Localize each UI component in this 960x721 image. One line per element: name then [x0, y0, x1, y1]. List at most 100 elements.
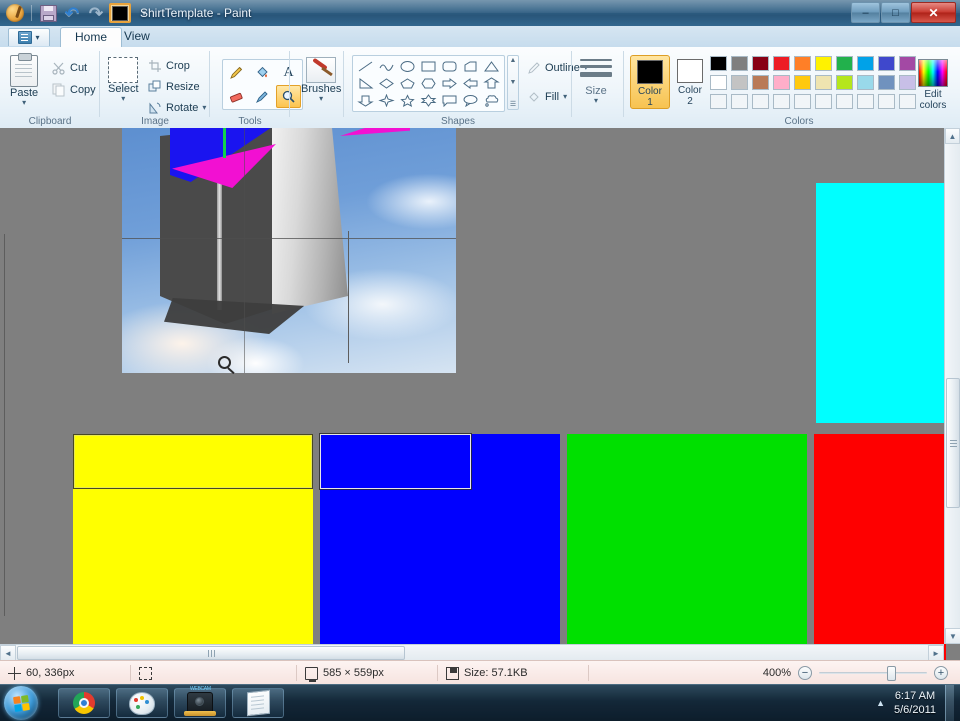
palette-swatch[interactable]: [752, 56, 769, 71]
paste-button[interactable]: Paste ▾: [10, 53, 38, 107]
color-picker-icon[interactable]: [109, 2, 131, 24]
start-button[interactable]: [4, 686, 38, 720]
palette-swatch[interactable]: [710, 56, 727, 71]
maximize-button[interactable]: □: [881, 2, 910, 23]
paint-palette-icon[interactable]: [4, 2, 26, 24]
vertical-scroll-thumb[interactable]: [946, 378, 960, 508]
canvas-image-preview[interactable]: [122, 128, 456, 373]
palette-swatch[interactable]: [710, 75, 727, 90]
taskbar-clock[interactable]: 6:17 AM 5/6/2011: [894, 689, 936, 717]
fill-tool[interactable]: [250, 61, 275, 84]
rotate-button[interactable]: Rotate ▾: [148, 97, 206, 118]
redo-icon[interactable]: ↷: [85, 2, 107, 24]
scroll-right-button[interactable]: ►: [928, 645, 944, 660]
five-point-star-shape[interactable]: [397, 92, 418, 109]
size-button[interactable]: Size ▾: [580, 59, 612, 105]
oval-shape[interactable]: [397, 58, 418, 75]
curve-shape[interactable]: [376, 58, 397, 75]
four-point-star-shape[interactable]: [376, 92, 397, 109]
shapes-gallery-scroll[interactable]: ▲ ▼ ☰: [507, 55, 519, 110]
palette-swatch[interactable]: [899, 56, 916, 71]
rounded-callout-shape[interactable]: [439, 92, 460, 109]
palette-swatch-empty[interactable]: [815, 94, 832, 109]
palette-swatch[interactable]: [836, 56, 853, 71]
palette-swatch[interactable]: [773, 75, 790, 90]
crop-button[interactable]: Crop: [148, 55, 190, 76]
palette-swatch-empty[interactable]: [773, 94, 790, 109]
up-arrow-shape[interactable]: [481, 75, 502, 92]
canvas-workspace[interactable]: ▲ ▼ ◄ ►: [0, 128, 960, 660]
polygon-shape[interactable]: [460, 58, 481, 75]
selection-marquee-blue[interactable]: [320, 434, 471, 489]
palette-swatch[interactable]: [794, 56, 811, 71]
left-arrow-shape[interactable]: [460, 75, 481, 92]
diamond-shape[interactable]: [376, 75, 397, 92]
scroll-left-button[interactable]: ◄: [0, 645, 16, 660]
edit-colors-button[interactable]: Edit colors: [918, 59, 948, 111]
line-shape[interactable]: [355, 58, 376, 75]
palette-swatch-empty[interactable]: [752, 94, 769, 109]
color-picker-tool[interactable]: [250, 85, 275, 108]
rounded-rectangle-shape[interactable]: [439, 58, 460, 75]
canvas-horizontal-scrollbar[interactable]: ◄ ►: [0, 644, 944, 660]
canvas-vertical-scrollbar[interactable]: ▲ ▼: [944, 128, 960, 644]
palette-swatch[interactable]: [773, 56, 790, 71]
palette-swatch[interactable]: [731, 75, 748, 90]
undo-icon[interactable]: ↶: [61, 2, 83, 24]
taskbar-chrome[interactable]: [58, 688, 110, 718]
chevron-up-icon[interactable]: ▲: [510, 57, 517, 64]
selection-marquee-yellow[interactable]: [73, 434, 313, 489]
palette-swatch[interactable]: [878, 56, 895, 71]
palette-swatch[interactable]: [878, 75, 895, 90]
palette-swatch[interactable]: [899, 75, 916, 90]
tab-view[interactable]: View: [110, 26, 164, 47]
color-1-button[interactable]: Color 1: [630, 55, 670, 109]
pentagon-shape[interactable]: [397, 75, 418, 92]
palette-swatch[interactable]: [815, 56, 832, 71]
cloud-callout-shape[interactable]: [481, 92, 502, 109]
palette-swatch[interactable]: [815, 75, 832, 90]
show-desktop-button[interactable]: [945, 685, 954, 721]
palette-swatch[interactable]: [731, 56, 748, 71]
minimize-button[interactable]: –: [851, 2, 880, 23]
palette-swatch[interactable]: [857, 56, 874, 71]
save-icon[interactable]: [37, 2, 59, 24]
hexagon-shape[interactable]: [418, 75, 439, 92]
right-triangle-shape[interactable]: [355, 75, 376, 92]
oval-callout-shape[interactable]: [460, 92, 481, 109]
zoom-in-button[interactable]: +: [934, 666, 948, 680]
taskbar-paint[interactable]: [116, 688, 168, 718]
palette-swatch-empty[interactable]: [857, 94, 874, 109]
down-arrow-shape[interactable]: [355, 92, 376, 109]
taskbar-notepad[interactable]: [232, 688, 284, 718]
gallery-expand-icon[interactable]: ☰: [510, 100, 516, 108]
red-rectangle[interactable]: [814, 434, 946, 660]
cut-button[interactable]: Cut: [52, 57, 87, 78]
zoom-slider-thumb[interactable]: [887, 666, 896, 681]
zoom-slider[interactable]: [819, 666, 927, 681]
palette-swatch[interactable]: [794, 75, 811, 90]
brushes-button[interactable]: Brushes ▾: [301, 57, 341, 103]
select-button[interactable]: Select ▾: [108, 57, 139, 103]
palette-swatch-empty[interactable]: [899, 94, 916, 109]
chevron-down-icon[interactable]: ▼: [510, 79, 517, 86]
close-button[interactable]: ✕: [911, 2, 956, 23]
palette-swatch-empty[interactable]: [710, 94, 727, 109]
palette-swatch[interactable]: [836, 75, 853, 90]
eraser-tool[interactable]: [224, 85, 249, 108]
taskbar-webcam[interactable]: WEBCAM: [174, 686, 226, 718]
zoom-out-button[interactable]: −: [798, 666, 812, 680]
copy-button[interactable]: Copy: [52, 79, 96, 100]
application-menu-button[interactable]: ▾: [8, 28, 50, 46]
palette-swatch-empty[interactable]: [731, 94, 748, 109]
right-arrow-shape[interactable]: [439, 75, 460, 92]
scroll-down-button[interactable]: ▼: [945, 628, 960, 644]
palette-swatch-empty[interactable]: [836, 94, 853, 109]
horizontal-scroll-thumb[interactable]: [17, 646, 405, 660]
palette-swatch-empty[interactable]: [878, 94, 895, 109]
show-hidden-icons-icon[interactable]: ▲: [876, 698, 885, 708]
palette-swatch[interactable]: [857, 75, 874, 90]
green-rectangle[interactable]: [567, 434, 807, 660]
triangle-shape[interactable]: [481, 58, 502, 75]
scroll-up-button[interactable]: ▲: [945, 128, 960, 144]
